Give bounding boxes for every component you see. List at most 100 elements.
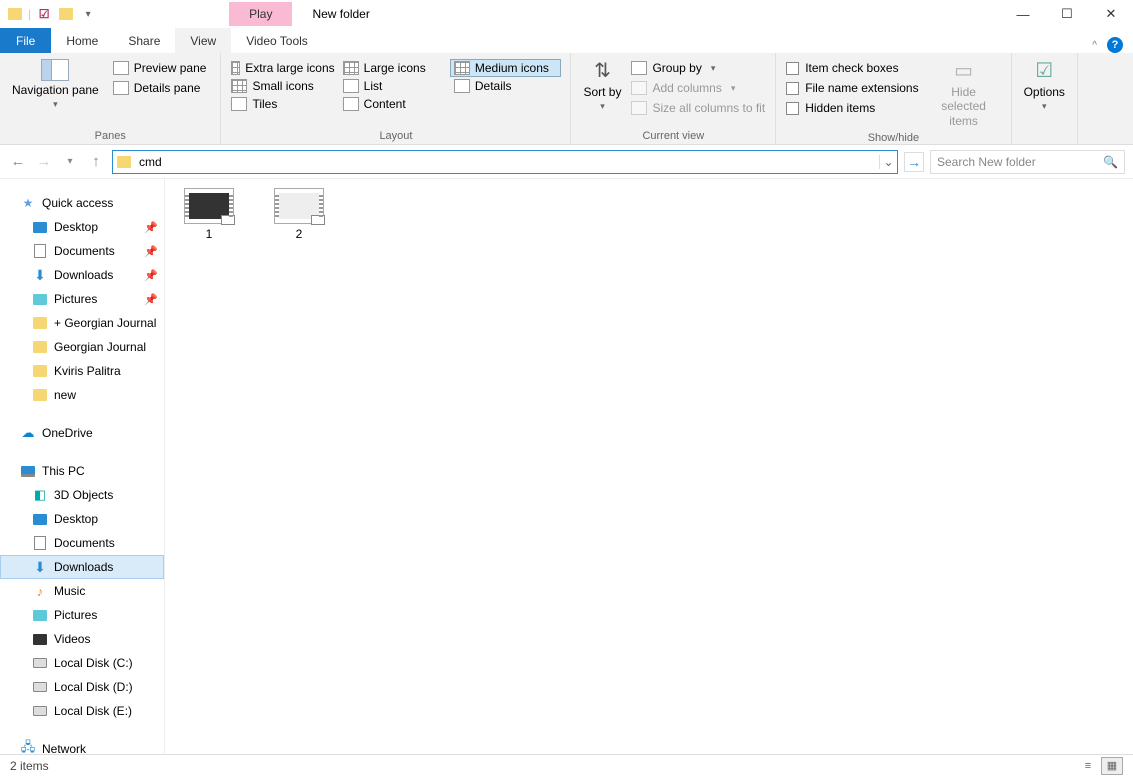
- documents2-label: Documents: [54, 536, 115, 550]
- file-item-2[interactable]: 2: [269, 189, 329, 241]
- address-dropdown-icon[interactable]: ⌄: [879, 155, 897, 169]
- quick-access-label: Quick access: [42, 196, 113, 210]
- download-icon: ⬇: [32, 267, 48, 283]
- sort-by-button[interactable]: ⇅ Sort by ▾: [577, 55, 627, 116]
- navigation-pane-label: Navigation pane: [12, 83, 99, 97]
- sidebar-georgian[interactable]: Georgian Journal: [0, 335, 164, 359]
- videos-label: Videos: [54, 632, 90, 646]
- tiles-button[interactable]: Tiles: [227, 95, 338, 113]
- sidebar-network[interactable]: 🖧Network: [0, 737, 164, 754]
- sidebar-documents[interactable]: Documents📌: [0, 239, 164, 263]
- sidebar-documents-pc[interactable]: Documents: [0, 531, 164, 555]
- sidebar-desktop[interactable]: Desktop📌: [0, 215, 164, 239]
- up-button[interactable]: ↑: [86, 152, 106, 172]
- new-label: new: [54, 388, 76, 402]
- sidebar-disk-c[interactable]: Local Disk (C:): [0, 651, 164, 675]
- sidebar-onedrive[interactable]: ☁OneDrive: [0, 421, 164, 445]
- sidebar-disk-d[interactable]: Local Disk (D:): [0, 675, 164, 699]
- downloads-label: Downloads: [54, 268, 113, 282]
- forward-button[interactable]: →: [34, 152, 54, 172]
- sort-icon: ⇅: [594, 59, 611, 83]
- item-check-boxes-checkbox[interactable]: Item check boxes: [782, 59, 922, 77]
- details-pane-button[interactable]: Details pane: [109, 79, 211, 97]
- address-input[interactable]: [135, 155, 879, 169]
- video-tools-tab[interactable]: Video Tools: [231, 28, 323, 53]
- ribbon-collapse-icon[interactable]: ^: [1092, 40, 1097, 51]
- sidebar-3d-objects[interactable]: ◧3D Objects: [0, 483, 164, 507]
- file-item-1[interactable]: 1: [179, 189, 239, 241]
- desktop-icon: [32, 219, 48, 235]
- navigation-pane-icon: [41, 59, 69, 81]
- medium-icons-button[interactable]: Medium icons: [450, 59, 561, 77]
- sidebar-this-pc[interactable]: This PC: [0, 459, 164, 483]
- qat-dropdown-icon[interactable]: ▾: [77, 3, 99, 25]
- recent-dropdown-icon[interactable]: ▾: [60, 152, 80, 172]
- search-icon: 🔍: [1103, 155, 1118, 169]
- item-check-boxes-label: Item check boxes: [805, 61, 898, 75]
- medium-label: Medium icons: [475, 61, 549, 75]
- ribbon: Navigation pane ▾ Preview pane Details p…: [0, 53, 1133, 145]
- sidebar-downloads-pc[interactable]: ⬇Downloads: [0, 555, 164, 579]
- details-pane-label: Details pane: [134, 81, 201, 95]
- divider: |: [28, 7, 31, 21]
- desktop-icon: [32, 511, 48, 527]
- sidebar-desktop-pc[interactable]: Desktop: [0, 507, 164, 531]
- checkbox-icon: [786, 82, 799, 95]
- ribbon-group-layout: Extra large icons Large icons Medium ico…: [221, 53, 571, 144]
- file-name-extensions-checkbox[interactable]: File name extensions: [782, 79, 922, 97]
- pictures2-label: Pictures: [54, 608, 97, 622]
- icons-view-toggle[interactable]: ▦: [1101, 757, 1123, 775]
- file-tab[interactable]: File: [0, 28, 51, 53]
- disk-e-label: Local Disk (E:): [54, 704, 132, 718]
- group-by-button[interactable]: Group by▾: [627, 59, 769, 77]
- large-icons-button[interactable]: Large icons: [339, 59, 450, 77]
- navigation-pane-button[interactable]: Navigation pane ▾: [6, 55, 105, 114]
- list-button[interactable]: List: [339, 77, 450, 95]
- preview-pane-button[interactable]: Preview pane: [109, 59, 211, 77]
- sidebar-videos[interactable]: Videos: [0, 627, 164, 651]
- sidebar-new[interactable]: new: [0, 383, 164, 407]
- home-tab[interactable]: Home: [51, 28, 113, 53]
- video-thumbnail-icon: [185, 189, 233, 223]
- close-button[interactable]: ✕: [1089, 0, 1133, 28]
- sidebar-kviris[interactable]: Kviris Palitra: [0, 359, 164, 383]
- details-button[interactable]: Details: [450, 77, 561, 95]
- sidebar-quick-access[interactable]: ★Quick access: [0, 191, 164, 215]
- small-icons-button[interactable]: Small icons: [227, 77, 338, 95]
- sidebar-georgian-plus[interactable]: + Georgian Journal: [0, 311, 164, 335]
- options-button[interactable]: ☑ Options ▾: [1018, 55, 1071, 116]
- add-columns-button[interactable]: Add columns▾: [627, 79, 769, 97]
- file-list[interactable]: 1 2: [165, 179, 1133, 754]
- hidden-items-checkbox[interactable]: Hidden items: [782, 99, 922, 117]
- details-view-toggle[interactable]: ≡: [1077, 757, 1099, 775]
- hide-selected-items-button[interactable]: ▭ Hide selected items: [923, 55, 1005, 132]
- share-tab[interactable]: Share: [113, 28, 175, 53]
- view-tab[interactable]: View: [175, 28, 231, 53]
- go-button[interactable]: →: [904, 152, 924, 172]
- help-icon[interactable]: ?: [1107, 37, 1123, 53]
- back-button[interactable]: ←: [8, 152, 28, 172]
- new-folder-icon[interactable]: [55, 3, 77, 25]
- search-input[interactable]: [937, 155, 1103, 169]
- properties-icon[interactable]: ☑: [33, 3, 55, 25]
- georgian-plus-label: + Georgian Journal: [54, 316, 156, 330]
- extra-large-label: Extra large icons: [245, 61, 334, 75]
- sidebar-pictures-pc[interactable]: Pictures: [0, 603, 164, 627]
- minimize-button[interactable]: —: [1001, 0, 1045, 28]
- search-box[interactable]: 🔍: [930, 150, 1125, 174]
- size-all-columns-button[interactable]: Size all columns to fit: [627, 99, 769, 117]
- sidebar-disk-e[interactable]: Local Disk (E:): [0, 699, 164, 723]
- play-context-tab[interactable]: Play: [229, 2, 292, 26]
- tab-row: File Home Share View Video Tools ^ ?: [0, 28, 1133, 53]
- content-button[interactable]: Content: [339, 95, 450, 113]
- sidebar-pictures-qa[interactable]: Pictures📌: [0, 287, 164, 311]
- address-bar[interactable]: ⌄: [112, 150, 898, 174]
- pictures-label: Pictures: [54, 292, 97, 306]
- maximize-button[interactable]: ☐: [1045, 0, 1089, 28]
- sidebar-music[interactable]: ♪Music: [0, 579, 164, 603]
- folder-icon: [4, 3, 26, 25]
- extra-large-icons-button[interactable]: Extra large icons: [227, 59, 338, 77]
- downloads2-label: Downloads: [54, 560, 113, 574]
- sidebar-downloads-qa[interactable]: ⬇Downloads📌: [0, 263, 164, 287]
- folder-icon: [32, 363, 48, 379]
